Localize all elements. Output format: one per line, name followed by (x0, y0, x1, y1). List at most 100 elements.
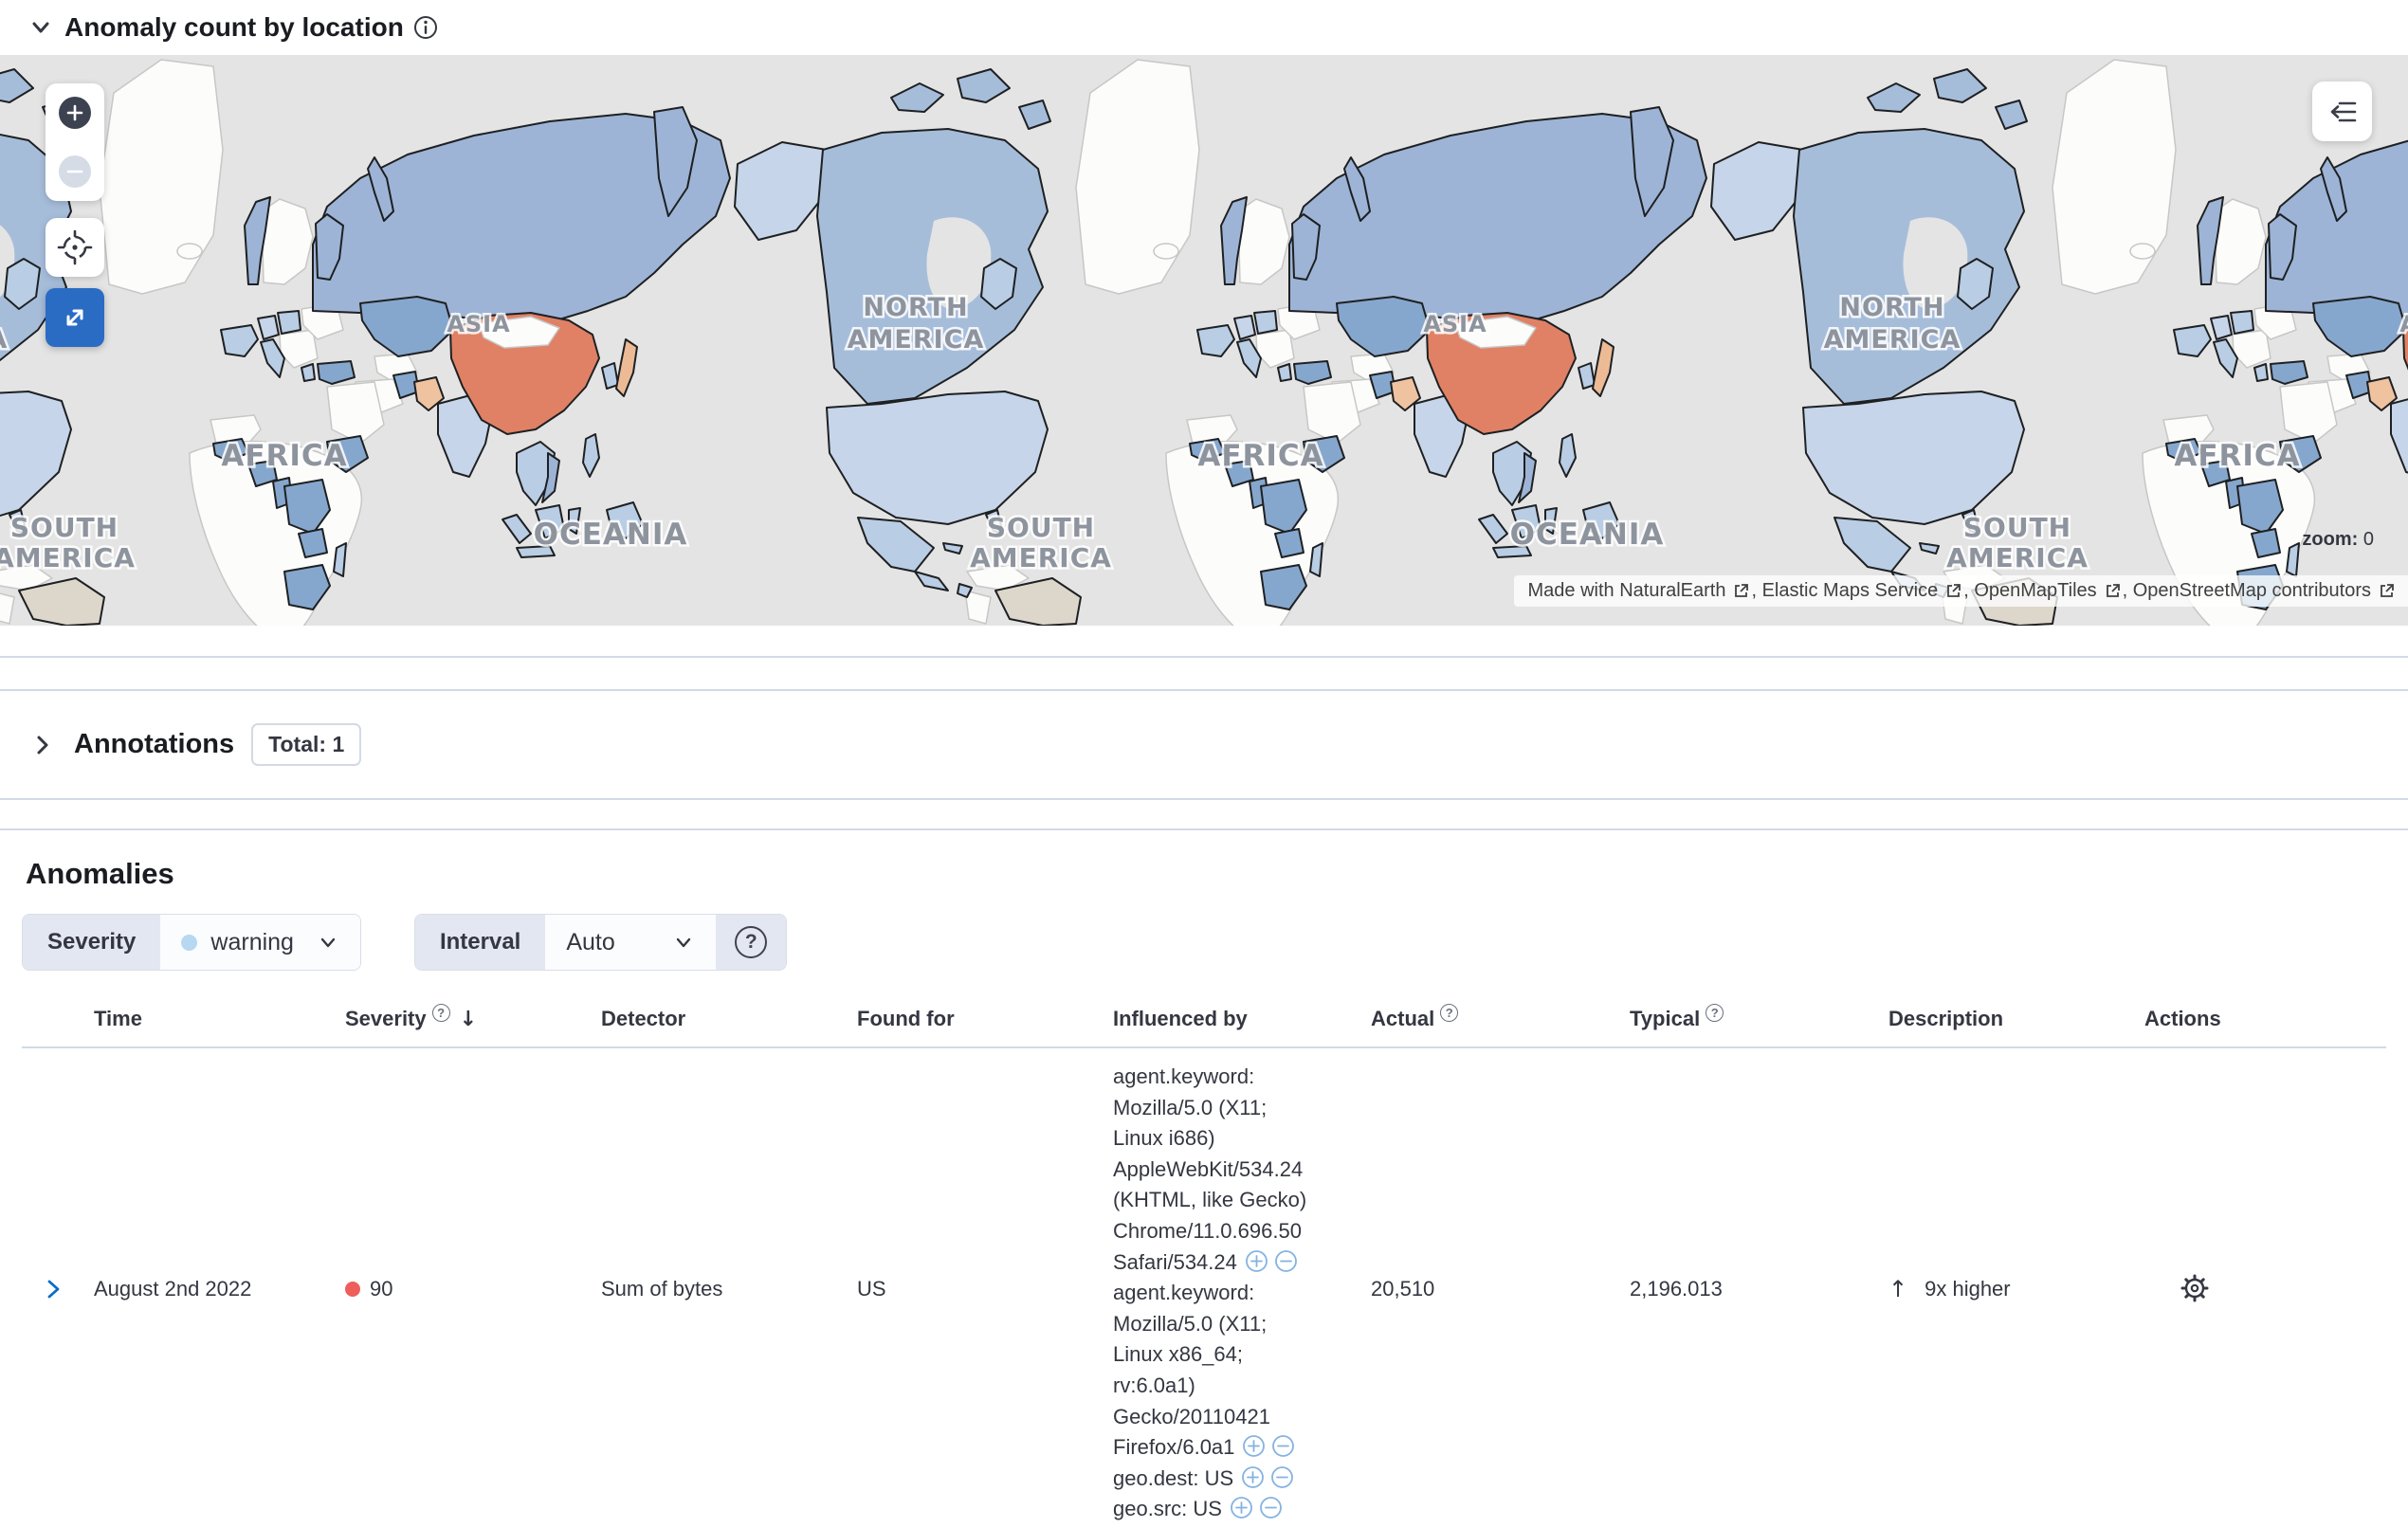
filter-out-value-button[interactable] (1270, 1465, 1294, 1489)
anomaly-map-canvas[interactable]: ASIA NORTH AMERICA AFRICA OCEANIA SOUTH … (0, 55, 2408, 626)
arrow-up-icon: ↑ (1888, 1276, 1908, 1302)
influencer-line: Chrome/11.0.696.50 (1113, 1218, 1302, 1243)
crosshair-icon (57, 229, 93, 265)
zoom-level-label: zoom: (2302, 529, 2359, 550)
influenced-by-cell: agent.keyword: Mozilla/5.0 (X11; Linux i68… (1100, 1048, 1358, 1525)
map-panel-header: Anomaly count by location (0, 0, 2408, 55)
influencer-line: (KHTML, like Gecko) (1113, 1188, 1307, 1212)
ml-anomaly-explorer-page: Anomaly count by location zoom: 0 Made w… (0, 0, 2408, 1528)
severity-filter-select[interactable]: warning (160, 915, 360, 970)
filter-out-value-button[interactable] (1271, 1434, 1295, 1458)
zoom-in-button[interactable] (59, 97, 91, 129)
map-section-title: Anomaly count by location (64, 12, 404, 42)
chevron-right-icon (47, 1280, 60, 1299)
map-zoom-controls (46, 83, 104, 201)
influencer-line: Firefox/6.0a1 (1113, 1432, 1348, 1464)
header-detector: Detector (601, 1007, 686, 1030)
external-link-icon (1735, 584, 1749, 597)
interval-select[interactable]: Auto (545, 915, 717, 970)
header-severity[interactable]: Severity ? ↓ (332, 993, 588, 1046)
severity-critical-dot (345, 1282, 360, 1297)
cell-detector: Sum of bytes (601, 1277, 723, 1301)
row-expander-button[interactable] (22, 1276, 81, 1302)
maximize-map-button[interactable] (46, 288, 104, 347)
cell-severity: 90 (332, 1277, 588, 1301)
info-icon[interactable] (413, 15, 438, 40)
filter-out-value-button[interactable] (1274, 1249, 1298, 1273)
influencer-line: Linux i686) (1113, 1126, 1215, 1151)
annotations-title: Annotations (74, 729, 235, 759)
severity-filter-group: Severity warning (22, 914, 361, 971)
interval-filter-group: Interval Auto ? (413, 914, 788, 971)
filter-for-value-button[interactable] (1230, 1496, 1253, 1519)
external-link-icon (1947, 584, 1961, 597)
zoom-level-indicator: zoom: 0 (2302, 529, 2374, 551)
question-circle-icon: ? (1440, 1003, 1459, 1022)
attribution-naturalearth-link[interactable]: Made with NaturalEarth (1527, 580, 1751, 602)
cell-time: August 2nd 2022 (94, 1277, 252, 1301)
filter-for-value-button[interactable] (1245, 1249, 1268, 1273)
description-text: 9x higher (1925, 1277, 2011, 1301)
header-expander-col (22, 993, 81, 1046)
interval-filter-label: Interval (414, 915, 546, 970)
interval-value: Auto (566, 928, 615, 955)
zoom-level-value: 0 (2362, 529, 2374, 550)
anomalies-title: Anomalies (26, 857, 174, 890)
attribution-osm-link[interactable]: , OpenStreetMap contributors (2123, 580, 2397, 602)
chevron-down-icon (677, 937, 691, 948)
influencer-line: geo.dest: US (1113, 1464, 1348, 1495)
chevron-right-icon (37, 736, 48, 754)
influencer-line: AppleWebKit/534.24 (1113, 1156, 1304, 1181)
question-circle-icon: ? (431, 1003, 450, 1022)
influencer-line: Gecko/20110421 (1113, 1404, 1270, 1428)
cell-actual: 20,510 (1371, 1277, 1435, 1301)
filter-for-value-button[interactable] (1241, 1465, 1265, 1489)
influencer-line: rv:6.0a1) (1113, 1373, 1195, 1397)
table-body: August 2nd 2022 90 Sum of bytes US agent… (22, 1048, 2386, 1528)
external-link-icon (2106, 584, 2120, 597)
influencer-line: agent.keyword: (1113, 1064, 1255, 1088)
sort-descending-icon: ↓ (459, 1007, 478, 1031)
chevron-down-icon (320, 937, 336, 948)
question-circle-icon: ? (1706, 1003, 1724, 1022)
world-choropleth-map: ASIA NORTH AMERICA AFRICA OCEANIA SOUTH … (0, 55, 2408, 626)
cell-actions (2131, 1272, 2386, 1307)
gear-icon (2180, 1274, 2209, 1301)
filter-for-value-button[interactable] (1242, 1434, 1266, 1458)
collapse-legend-button[interactable] (2312, 82, 2372, 141)
row-actions-button[interactable] (2179, 1272, 2211, 1307)
annotations-total-badge: Total: 1 (251, 723, 362, 766)
header-actual: Actual ? (1358, 993, 1616, 1046)
question-circle-icon: ? (735, 926, 768, 958)
severity-warning-dot (181, 934, 198, 951)
external-link-icon (2381, 584, 2394, 597)
influencer-line: Linux x86_64; (1113, 1342, 1243, 1367)
header-time[interactable]: Time (81, 993, 332, 1046)
table-row: August 2nd 2022 90 Sum of bytes US agent… (22, 1048, 2386, 1528)
table-header-row: Time Severity ? ↓ Detector Found for Inf… (22, 993, 2386, 1048)
header-typical: Typical ? (1616, 993, 1875, 1046)
header-influenced-by: Influenced by (1113, 1007, 1248, 1030)
attribution-ems-link[interactable]: , Elastic Maps Service (1751, 580, 1963, 602)
filter-out-value-button[interactable] (1259, 1496, 1283, 1519)
influencer-line: geo.src: US (1113, 1494, 1348, 1525)
collapse-map-section-button[interactable] (27, 13, 55, 42)
severity-score: 90 (370, 1277, 393, 1301)
influencer-line: Safari/534.24 (1113, 1247, 1348, 1279)
header-found-for: Found for (857, 1007, 955, 1030)
header-actions: Actions (2144, 1007, 2221, 1030)
zoom-out-button[interactable] (59, 155, 91, 188)
cell-typical: 2,196.013 (1630, 1277, 1723, 1301)
anomalies-section: Anomalies Severity warning Interval Auto (0, 857, 2408, 1528)
collapse-legend-icon (2330, 101, 2356, 121)
interval-help-button[interactable]: ? (716, 915, 787, 970)
annotations-accordion-toggle[interactable]: Annotations Total: 1 (0, 691, 2408, 798)
header-description: Description (1888, 1007, 2004, 1030)
plus-icon (66, 104, 83, 121)
fit-to-data-button[interactable] (46, 218, 104, 277)
severity-filter-label: Severity (23, 915, 161, 970)
attribution-openmaptiles-link[interactable]: , OpenMapTiles (1963, 580, 2122, 602)
cell-found-for: US (857, 1277, 886, 1301)
